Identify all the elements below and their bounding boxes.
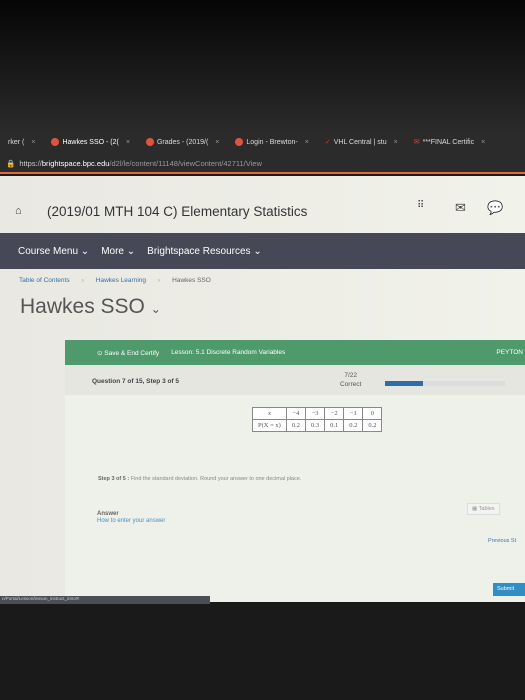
close-icon[interactable]: × <box>481 139 485 146</box>
submit-button[interactable]: Submit <box>493 583 525 596</box>
chat-icon[interactable]: 💬 <box>487 200 503 216</box>
table-cell: −2 <box>324 407 345 420</box>
mail-icon[interactable]: ✉ <box>455 200 466 216</box>
course-header: ⌂ (2019/01 MTH 104 C) Elementary Statist… <box>0 196 525 226</box>
table-cell: 0 <box>362 407 383 420</box>
nav-brightspace-resources[interactable]: Brightspace Resources ⌄ <box>147 246 262 257</box>
breadcrumb: Table of Contents › Hawkes Learning › Hawk… <box>19 277 211 284</box>
breadcrumb-link[interactable]: Table of Contents <box>19 277 70 284</box>
question-progress: Question 7 of 15, Step 3 of 5 <box>92 378 180 385</box>
hawkes-icon <box>145 138 154 146</box>
user-name[interactable]: PEYTON <box>496 349 523 356</box>
hawkes-icon <box>51 138 60 146</box>
table-cell: −1 <box>343 407 364 420</box>
browser-tab[interactable]: Grades - (2019/( × <box>138 138 227 146</box>
table-cell: 0.1 <box>324 419 345 432</box>
table-cell: 0.2 <box>285 419 306 432</box>
save-end-button[interactable]: ⊙ Save & End Certify <box>97 349 159 357</box>
lesson-name: Lesson: 5.1 Discrete Random Variables <box>171 349 286 356</box>
browser-tab[interactable]: Hawkes SSO - (2( × <box>43 138 138 146</box>
table-cell: 0.2 <box>343 419 364 432</box>
table-icon: ▦ <box>472 506 478 512</box>
gmail-icon: ✉ <box>413 139 420 146</box>
help-link[interactable]: How to enter your answer <box>97 518 165 525</box>
browser-tab[interactable]: ✓ VHL Central | stu × <box>317 138 406 147</box>
nav-course-menu[interactable]: Course Menu ⌄ <box>18 246 89 257</box>
url-text: https://brightspace.bpc.edu/d2l/le/conte… <box>19 158 262 168</box>
table-row: P(X = x) 0.2 0.3 0.1 0.2 0.2 <box>252 419 383 432</box>
table-cell: 0.3 <box>304 419 326 432</box>
home-icon[interactable]: ⌂ <box>15 205 22 217</box>
lesson-toolbar: ⊙ Save & End Certify Lesson: 5.1 Discret… <box>65 340 525 365</box>
answer-label: Answer <box>97 511 119 517</box>
tab-label: ***FINAL Certific <box>422 138 475 146</box>
previous-step-link[interactable]: Previous St <box>488 538 516 544</box>
browser-tab[interactable]: ✉ ***FINAL Certific × <box>406 138 493 147</box>
close-icon[interactable]: × <box>126 139 130 146</box>
nav-more[interactable]: More ⌄ <box>101 246 135 257</box>
table-cell: −4 <box>285 407 306 420</box>
tab-label: Login - Brewton- <box>246 138 298 146</box>
page-title[interactable]: Hawkes SSO ⌄ <box>20 295 161 319</box>
close-icon[interactable]: × <box>31 139 35 146</box>
tab-label: Hawkes SSO - (2( <box>62 138 119 146</box>
apps-grid-icon[interactable]: ⠿ <box>417 200 424 211</box>
browser-tab[interactable]: Login - Brewton- × <box>227 138 316 146</box>
screen-bezel <box>0 0 525 130</box>
course-title[interactable]: (2019/01 MTH 104 C) Elementary Statistic… <box>47 204 307 219</box>
tab-label: Grades - (2019/( <box>156 138 209 146</box>
score: 7/22 Correct <box>340 372 362 388</box>
table-row: x −4 −3 −2 −1 0 <box>252 407 383 420</box>
address-bar[interactable]: 🔒 https://brightspace.bpc.edu/d2l/le/con… <box>0 154 525 174</box>
status-bar-url: n/Portal/Lesson/lesson_instruct_intro#! <box>0 596 210 604</box>
answer-section: Answer How to enter your answer <box>97 511 165 525</box>
browser-tab[interactable]: rker ( × <box>0 139 43 146</box>
tables-button[interactable]: ▦ Tables <box>467 503 500 515</box>
step-instruction: Step 3 of 5 : Find the standard deviatio… <box>98 476 302 482</box>
table-cell: x <box>252 407 287 420</box>
lock-icon: 🔒 <box>6 158 16 168</box>
table-cell: 0.2 <box>362 419 383 432</box>
hawkes-icon <box>235 138 244 146</box>
close-icon[interactable]: × <box>394 139 398 146</box>
breadcrumb-current: Hawkes SSO <box>172 277 211 284</box>
progress-bar <box>385 381 505 386</box>
browser-tab-bar: rker ( × Hawkes SSO - (2( × Grades - (2019… <box>0 130 525 154</box>
tab-label: VHL Central | stu <box>333 138 387 146</box>
table-cell: −3 <box>304 407 326 420</box>
course-nav: Course Menu ⌄ More ⌄ Brightspace Resourc… <box>0 233 525 269</box>
progress-fill <box>385 381 424 386</box>
chevron-down-icon: ⌄ <box>150 302 161 316</box>
close-icon[interactable]: × <box>305 139 309 146</box>
close-icon[interactable]: × <box>215 139 219 146</box>
tab-label: rker ( <box>8 138 25 146</box>
table-cell: P(X = x) <box>252 419 287 432</box>
vhl-icon: ✓ <box>324 139 331 146</box>
probability-table: x −4 −3 −2 −1 0 P(X = x) 0.2 0.3 0.1 0.2 0.2 <box>252 407 383 432</box>
breadcrumb-link[interactable]: Hawkes Learning <box>96 277 146 284</box>
